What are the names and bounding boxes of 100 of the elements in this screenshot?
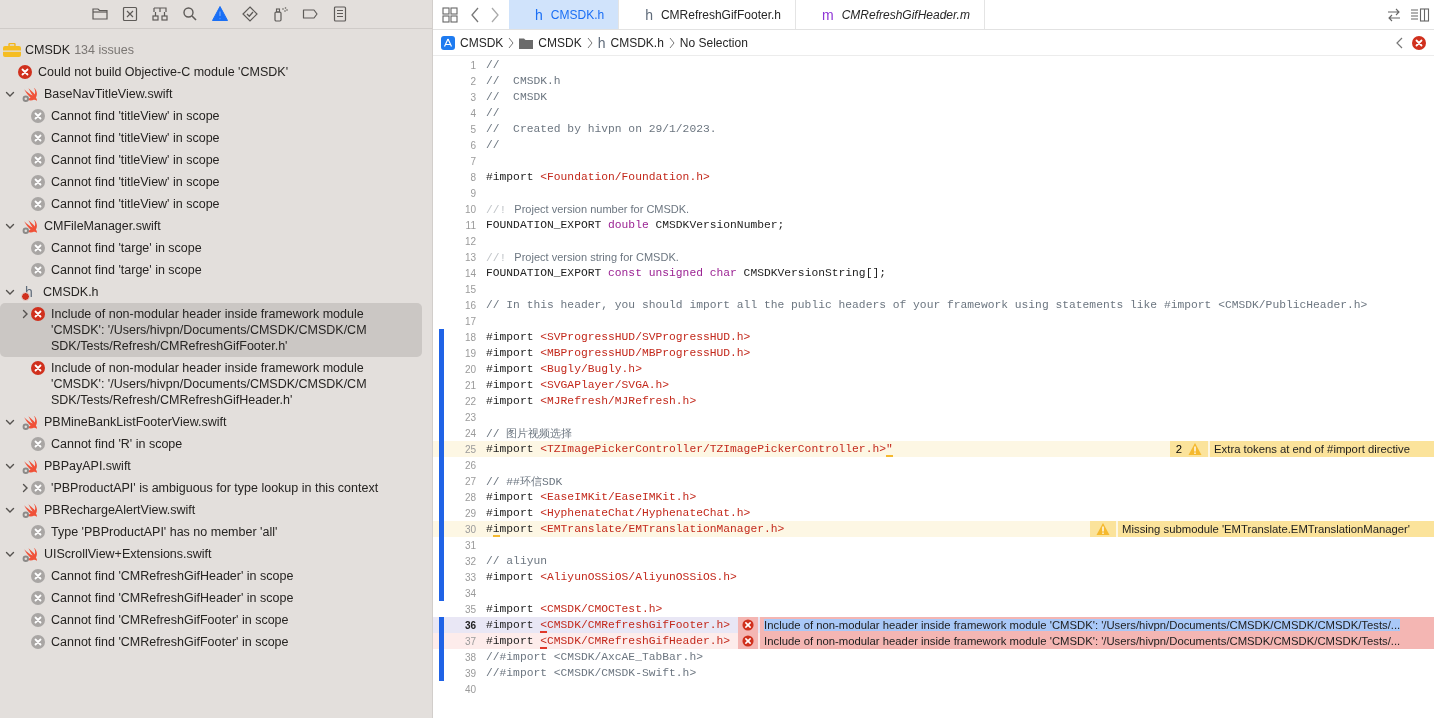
editor-tab[interactable]: h CMSDK.h bbox=[509, 0, 620, 29]
line-number: 9 bbox=[469, 187, 476, 199]
line-number: 30 bbox=[463, 523, 476, 535]
file-name[interactable]: UIScrollView+Extensions.swift bbox=[44, 547, 212, 561]
issue-annotation[interactable]: Extra tokens at end of #import directive bbox=[1210, 441, 1434, 457]
project-navigator-icon[interactable] bbox=[91, 5, 109, 23]
split-editor-icon[interactable] bbox=[1410, 6, 1430, 23]
file-name[interactable]: PBRechargeAlertView.swift bbox=[44, 503, 196, 517]
disclosure-chevron[interactable] bbox=[20, 309, 30, 319]
breadcrumb-item[interactable]: CMSDK.h bbox=[610, 35, 664, 50]
issue-row[interactable]: Include of non-modular header inside framework module 'CMSDK': '/Users/hivpn/Documents/CMSDK/CMSDK/CMSDK/Tests/Refresh/CMRefreshGifHeader.h' bbox=[0, 357, 422, 411]
file-name[interactable]: PBPayAPI.swift bbox=[44, 459, 131, 473]
disclosure-chevron[interactable] bbox=[5, 417, 15, 427]
line-number: 32 bbox=[463, 555, 476, 567]
swap-icon[interactable] bbox=[1386, 6, 1402, 23]
code-line: #import <SVGAPlayer/SVGA.h> bbox=[486, 379, 670, 391]
code-line: // bbox=[486, 139, 500, 151]
issue-annotation[interactable]: Include of non-modular header inside framework module 'CMSDK': '/Users/hivpn/Documents/CMSDK/CMSDK/CMSDK/Tests/... bbox=[760, 617, 1434, 633]
breadcrumb-item[interactable]: CMSDK bbox=[460, 35, 504, 50]
issue-row[interactable]: Cannot find 'CMRefreshGifHeader' in scope bbox=[0, 587, 422, 609]
disclosure-chevron[interactable] bbox=[20, 483, 30, 493]
line-number: 37 bbox=[463, 635, 476, 647]
issue-message: Cannot find 'CMRefreshGifHeader' in scope bbox=[51, 568, 294, 584]
reports-navigator-icon[interactable] bbox=[331, 5, 349, 23]
symbols-navigator-icon[interactable] bbox=[151, 5, 169, 23]
issue-message: Cannot find 'CMRefreshGifHeader' in scope bbox=[51, 590, 294, 606]
tests-navigator-icon[interactable] bbox=[241, 5, 259, 23]
debug-navigator-icon[interactable] bbox=[271, 5, 289, 23]
issue-row[interactable]: Cannot find 'titleView' in scope bbox=[0, 105, 422, 127]
previous-issue-icon[interactable] bbox=[1395, 36, 1403, 49]
disclosure-chevron[interactable] bbox=[5, 287, 15, 297]
code-line: // In this header, you should import all the public headers of your framework using statements like #import <CMSDK/PublicHeader.h> bbox=[486, 299, 1368, 311]
breadcrumb-item[interactable]: CMSDK bbox=[538, 35, 582, 50]
file-name[interactable]: CMFileManager.swift bbox=[44, 219, 161, 233]
source-control-navigator-icon[interactable] bbox=[121, 5, 139, 23]
line-number: 40 bbox=[463, 683, 476, 695]
find-navigator-icon[interactable] bbox=[181, 5, 199, 23]
app-icon bbox=[441, 35, 455, 50]
issue-row[interactable]: Cannot find 'CMRefreshGifFooter' in scope bbox=[0, 631, 422, 653]
annotation-message: Extra tokens at end of #import directive bbox=[1214, 443, 1410, 455]
code-line: // 图片视频选择 bbox=[486, 426, 573, 441]
toolbox-icon bbox=[3, 43, 21, 57]
code-line: #import <HyphenateChat/HyphenateChat.h> bbox=[486, 507, 751, 519]
file-name[interactable]: PBMineBankListFooterView.swift bbox=[44, 415, 227, 429]
disclosure-chevron[interactable] bbox=[5, 221, 15, 231]
grid-icon[interactable] bbox=[442, 6, 458, 23]
line-number: 20 bbox=[463, 363, 476, 375]
editor-tab[interactable]: h CMRefreshGifFooter.h bbox=[619, 0, 796, 29]
issue-row[interactable]: Could not build Objective-C module 'CMSDK' bbox=[0, 61, 422, 83]
issue-message: Include of non-modular header inside framework module 'CMSDK': '/Users/hivpn/Documents/CMSDK/CMSDK/CMSDK/Tests/Refresh/CMRefreshGifHeader.h' bbox=[51, 360, 367, 408]
file-name[interactable]: BaseNavTitleView.swift bbox=[44, 87, 173, 101]
issue-row[interactable]: Cannot find 'R' in scope bbox=[0, 433, 422, 455]
issue-row[interactable]: Include of non-modular header inside framework module 'CMSDK': '/Users/hivpn/Documents/CMSDK/CMSDK/CMSDK/Tests/Refresh/CMRefreshGifFooter.h' bbox=[0, 303, 422, 357]
issue-row[interactable]: Cannot find 'titleView' in scope bbox=[0, 193, 422, 215]
issue-row[interactable]: Cannot find 'targe' in scope bbox=[0, 237, 422, 259]
code-line: #import <CMSDK/CMOCTest.h> bbox=[486, 603, 663, 615]
line-number: 19 bbox=[463, 347, 476, 359]
disclosure-chevron[interactable] bbox=[5, 549, 15, 559]
issue-message: Cannot find 'targe' in scope bbox=[51, 262, 202, 278]
code-line: FOUNDATION_EXPORT double CMSDKVersionNumber; bbox=[486, 219, 785, 231]
project-name[interactable]: CMSDK bbox=[25, 43, 71, 57]
error-icon bbox=[1412, 35, 1426, 50]
issue-annotation[interactable]: Missing submodule 'EMTranslate.EMTranslationManager' bbox=[1118, 521, 1434, 537]
issue-row[interactable]: Cannot find 'titleView' in scope bbox=[0, 149, 422, 171]
back-icon[interactable] bbox=[470, 6, 480, 23]
line-number: 29 bbox=[463, 507, 476, 519]
disclosure-chevron[interactable] bbox=[5, 461, 15, 471]
code-line: //#import <CMSDK/AxcAE_TabBar.h> bbox=[486, 651, 703, 663]
code-line: // aliyun bbox=[486, 555, 547, 567]
issue-row[interactable]: Type 'PBProductAPI' has no member 'all' bbox=[0, 521, 422, 543]
code-line: // bbox=[486, 107, 500, 119]
breadcrumb-item[interactable]: No Selection bbox=[679, 35, 748, 50]
line-number: 14 bbox=[463, 267, 476, 279]
code-line: // Created by hivpn on 29/1/2023. bbox=[486, 123, 717, 135]
issue-row[interactable]: Cannot find 'titleView' in scope bbox=[0, 171, 422, 193]
code-line: #import <CMSDK/CMRefreshGifHeader.h> bbox=[486, 635, 731, 647]
line-number: 18 bbox=[463, 331, 476, 343]
issues-navigator-icon[interactable] bbox=[211, 5, 229, 23]
line-number: 38 bbox=[463, 651, 476, 663]
editor-tab[interactable]: m CMRefreshGifHeader.m bbox=[796, 0, 985, 29]
issue-row[interactable]: Cannot find 'titleView' in scope bbox=[0, 127, 422, 149]
issue-row[interactable]: Cannot find 'targe' in scope bbox=[0, 259, 422, 281]
line-number: 7 bbox=[469, 155, 476, 167]
issue-row[interactable]: 'PBProductAPI' is ambiguous for type lookup in this context bbox=[0, 477, 422, 499]
line-number: 31 bbox=[463, 539, 476, 551]
code-line: #import <MBProgressHUD/MBProgressHUD.h> bbox=[486, 347, 751, 359]
disclosure-chevron[interactable] bbox=[5, 505, 15, 515]
disclosure-chevron[interactable] bbox=[5, 89, 15, 99]
issue-annotation[interactable]: Include of non-modular header inside framework module 'CMSDK': '/Users/hivpn/Documents/CMSDK/CMSDK/CMSDK/Tests/... bbox=[760, 633, 1434, 649]
code-line: // CMSDK.h bbox=[486, 75, 561, 87]
issue-row[interactable]: Cannot find 'CMRefreshGifFooter' in scope bbox=[0, 609, 422, 631]
code-line: #import <TZImagePickerController/TZImagePickerController.h>" bbox=[486, 443, 893, 455]
issue-message: Cannot find 'titleView' in scope bbox=[51, 196, 220, 212]
file-name[interactable]: CMSDK.h bbox=[43, 285, 99, 299]
issue-message: Cannot find 'R' in scope bbox=[51, 436, 183, 452]
issue-row[interactable]: Cannot find 'CMRefreshGifHeader' in scope bbox=[0, 565, 422, 587]
code-line: #import <Bugly/Bugly.h> bbox=[486, 363, 642, 375]
code-line: #import <SVProgressHUD/SVProgressHUD.h> bbox=[486, 331, 751, 343]
line-number: 4 bbox=[469, 107, 476, 119]
code-line: #import <EMTranslate/EMTranslationManager.h> bbox=[486, 523, 785, 535]
